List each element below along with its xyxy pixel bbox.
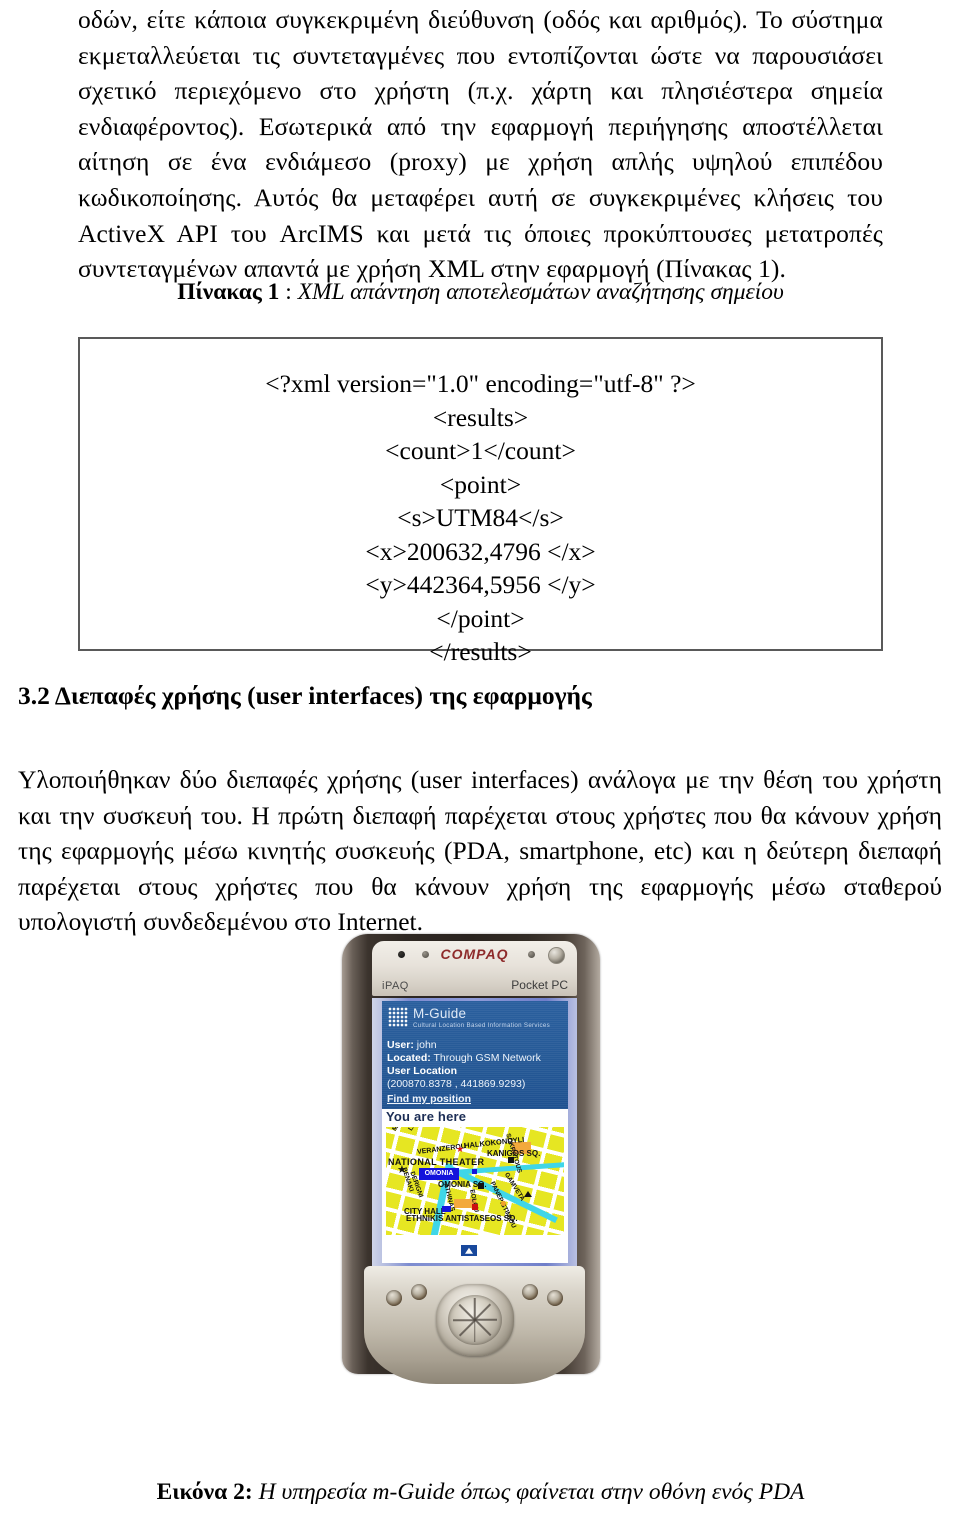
document-page: οδών, είτε κάποια συγκεκριμένη διεύθυνση…: [0, 0, 960, 1522]
app-subtitle: Cultural Location Based Information Serv…: [413, 1022, 551, 1029]
scroll-up-arrow-icon: [465, 1247, 473, 1254]
figure-caption: Εικόνα 2: Η υπηρεσία m-Guide όπως φαίνετ…: [78, 1478, 883, 1506]
you-are-here-banner: You are here: [386, 1109, 467, 1124]
xml-listing-lines: <?xml version="1.0" encoding="utf-8" ?> <…: [80, 367, 881, 669]
map-marker-poi: [524, 1191, 532, 1197]
map-marker-poi: [501, 1201, 506, 1206]
located-label: Located:: [387, 1052, 431, 1064]
app-header: M-Guide Cultural Location Based Informat…: [382, 1001, 568, 1109]
table-caption-separator: :: [279, 279, 298, 305]
xml-listing-line: </results>: [429, 637, 532, 666]
hardware-button-3[interactable]: [522, 1284, 538, 1300]
table-caption-text: XML απάντηση αποτελεσμάτων αναζήτησης ση…: [297, 279, 784, 305]
figure-pda-photo: COMPAQ iPAQ Pocket PC M-Guide Cultural L…: [316, 922, 628, 1442]
xml-listing-line: <?xml version="1.0" encoding="utf-8" ?>: [265, 369, 696, 398]
indicator-led-icon: [528, 951, 535, 958]
power-button[interactable]: [548, 947, 565, 964]
map-marker-poi: [472, 1204, 478, 1210]
ipaq-model-label: iPAQ: [382, 980, 409, 992]
xml-listing-table: <?xml version="1.0" encoding="utf-8" ?> <…: [78, 337, 883, 666]
map-label-square: ETHNIKIS ANTISTASEOS SQ.: [406, 1214, 518, 1223]
map-marker-poi: ★: [397, 1164, 407, 1176]
hardware-button-2[interactable]: [411, 1284, 427, 1300]
table-caption-label: Πίνακας 1: [177, 279, 280, 305]
xml-listing-line: <results>: [432, 402, 529, 432]
xml-listing-line: </point>: [436, 603, 525, 633]
navigation-dpad-inner[interactable]: [447, 1295, 502, 1345]
map-marker-poi: [508, 1157, 514, 1163]
m-guide-logo-icon: [388, 1007, 408, 1027]
map-marker-poi: [442, 1206, 451, 1212]
app-title: M-Guide: [413, 1006, 467, 1021]
xml-listing-line: <count>1</count>: [385, 436, 576, 465]
located-row: Located: Through GSM Network: [387, 1052, 541, 1064]
dpad-spoke-icon: [473, 1298, 476, 1320]
map-marker-poi: [478, 1183, 484, 1189]
dpad-spoke-icon: [473, 1319, 491, 1337]
find-my-position-link[interactable]: Find my position: [387, 1093, 471, 1105]
dpad-spoke-icon: [473, 1320, 476, 1342]
user-row: User: john: [387, 1039, 437, 1051]
user-location-row: User Location: [387, 1065, 457, 1077]
map-highlight-omonia: OMONIA: [419, 1168, 459, 1180]
user-label: User:: [387, 1039, 414, 1051]
hardware-button-4[interactable]: [547, 1290, 563, 1306]
pda-control-deck: [364, 1266, 585, 1384]
user-coordinates-value: (200870.8378 , 441869.9293): [387, 1078, 526, 1090]
figure-caption-label: Εικόνα 2:: [156, 1479, 253, 1505]
user-location-label: User Location: [387, 1065, 458, 1077]
map-view[interactable]: OMONIA MAVROM. LEVENI VERANZEROU HALKOKO…: [386, 1127, 564, 1235]
navigation-dpad[interactable]: [435, 1284, 514, 1356]
table-caption: Πίνακας 1 : XML απάντηση αποτελεσμάτων α…: [78, 278, 883, 306]
scroll-up-button[interactable]: [460, 1244, 478, 1257]
section-heading-3-2: 3.2 Διεπαφές χρήσης (user interfaces) τη…: [18, 681, 592, 710]
figure-caption-text: Η υπηρεσία m-Guide όπως φαίνεται στην οθ…: [258, 1479, 805, 1505]
user-value: john: [413, 1039, 437, 1051]
paragraph-1: οδών, είτε κάποια συγκεκριμένη διεύθυνση…: [78, 5, 883, 284]
located-value: Through GSM Network: [430, 1052, 541, 1064]
hardware-button-1[interactable]: [386, 1290, 402, 1306]
dpad-spoke-icon: [458, 1303, 476, 1321]
dpad-spoke-icon: [452, 1319, 475, 1321]
pda-top-faceplate: COMPAQ iPAQ Pocket PC: [372, 941, 577, 996]
dpad-spoke-icon: [473, 1303, 491, 1321]
dpad-spoke-icon: [458, 1319, 476, 1337]
map-marker-current-position: ★: [456, 1144, 465, 1154]
dpad-spoke-icon: [474, 1319, 497, 1321]
xml-listing-line: <point>: [439, 469, 522, 499]
pda-screen: M-Guide Cultural Location Based Informat…: [382, 1001, 568, 1263]
pocketpc-label: Pocket PC: [511, 978, 568, 992]
xml-listing-line: <s>UTM84</s>: [397, 503, 564, 532]
map-marker-poi: [472, 1169, 477, 1174]
compaq-brand-label: COMPAQ: [440, 946, 509, 962]
xml-listing-line: <x>200632,4796 </x>: [365, 536, 596, 566]
xml-listing-line: <y>442364,5956 </y>: [365, 570, 596, 599]
user-coordinates-row: (200870.8378 , 441869.9293): [387, 1078, 525, 1090]
paragraph-2: Υλοποιήθηκαν δύο διεπαφές χρήσης (user i…: [18, 765, 942, 937]
pda-screen-bezel: M-Guide Cultural Location Based Informat…: [372, 998, 577, 1266]
